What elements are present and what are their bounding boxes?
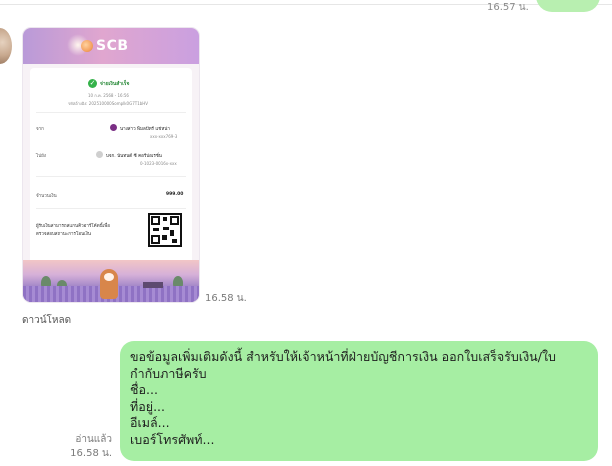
receipt-footer-illustration: [23, 260, 199, 302]
transaction-ref: รหัสอ้างอิง: 202510000Somplk0G7T1bHV: [68, 101, 149, 106]
receipt-body: ✓ จ่ายเงินสำเร็จ 10 ก.ค. 2568 - 16:56 รห…: [30, 68, 192, 268]
sender-name: นางสาว พิมลปัทร์ แช่หน่า: [120, 127, 170, 132]
sender-bank-icon: [110, 124, 117, 131]
sender-account: xxx-xxx769-3: [150, 134, 178, 139]
to-label: ไปยัง: [36, 154, 46, 159]
divider: [36, 208, 186, 209]
bench-illustration: [143, 282, 163, 288]
download-link[interactable]: ดาวน์โหลด: [22, 313, 71, 328]
message-line: เบอร์โทรศัพท์...: [130, 431, 215, 447]
scb-logo-text: SCB: [96, 38, 129, 54]
read-label: อ่านแล้ว: [75, 434, 112, 445]
amount-value: 999.00: [166, 192, 184, 197]
recipient-account: 0-1023-0016x-xxx: [140, 161, 177, 166]
message-line: กำกับภาษีครับ: [130, 365, 207, 381]
message-line: ที่อยู่...: [130, 398, 165, 414]
qr-code-icon: [148, 213, 182, 247]
scb-logo-icon: [81, 40, 93, 52]
check-circle-icon: ✓: [88, 79, 97, 88]
amount-label: จำนวนเงิน: [36, 194, 57, 199]
read-status: อ่านแล้ว 16.58 น.: [40, 433, 112, 461]
divider: [36, 112, 186, 113]
previous-message-time: 16.57 น.: [487, 2, 529, 13]
scb-logo: SCB: [81, 38, 129, 54]
qr-note-line-1: ผู้รับเงินสามารถสแกนคิวอาร์โค้ดนี้เพื่อ: [36, 224, 110, 229]
payment-status: จ่ายเงินสำเร็จ: [100, 80, 130, 87]
receipt-header: SCB: [23, 28, 199, 64]
dog-illustration: [100, 269, 118, 299]
message-line: ชื่อ...: [130, 382, 158, 397]
recipient-name: บจก. นันทนต์ ซี คอร์ปอเรชั่น: [106, 154, 162, 159]
divider: [36, 176, 186, 177]
image-message-time: 16.58 น.: [205, 293, 247, 304]
avatar[interactable]: [0, 28, 12, 64]
message-line: ขอข้อมูลเพิ่มเติมดังนี้ สำหรับให้เจ้าหน้…: [130, 349, 556, 364]
payment-success-row: ✓ จ่ายเงินสำเร็จ: [88, 79, 129, 88]
qr-note-line-2: ตรวจสอบสถานะการโอนเงิน: [36, 232, 91, 237]
from-label: จาก: [36, 127, 44, 132]
recipient-icon: [96, 151, 103, 158]
read-time: 16.58 น.: [70, 448, 112, 459]
receipt-image[interactable]: SCB ✓ จ่ายเงินสำเร็จ 10 ก.ค. 2568 - 16:5…: [23, 28, 199, 302]
message-line: อีเมล์...: [130, 415, 170, 430]
message-bubble[interactable]: ขอข้อมูลเพิ่มเติมดังนี้ สำหรับให้เจ้าหน้…: [120, 341, 598, 461]
previous-message-bubble[interactable]: [536, 0, 600, 12]
transaction-date: 10 ก.ค. 2568 - 16:56: [88, 93, 129, 98]
